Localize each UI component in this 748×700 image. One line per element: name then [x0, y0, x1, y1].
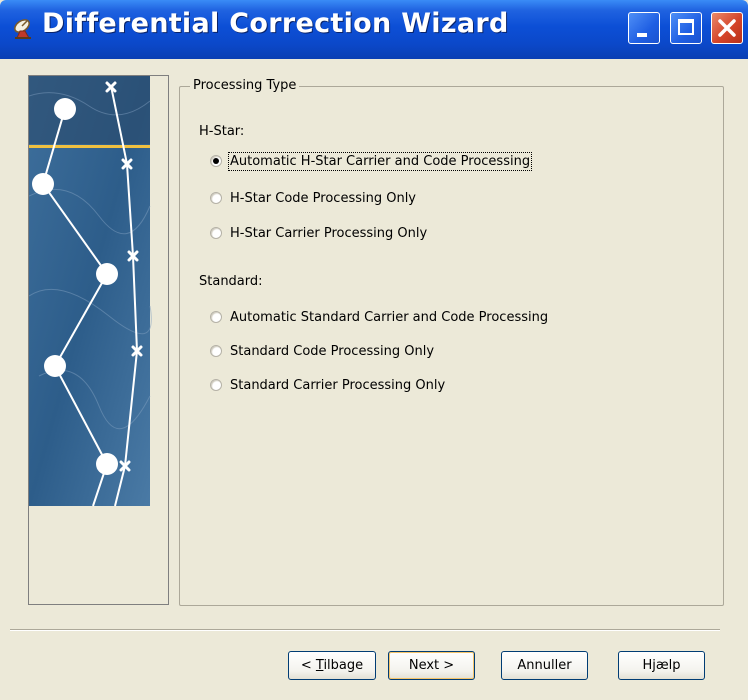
radio-option-hstar-auto[interactable]: Automatic H-Star Carrier and Code Proces…: [210, 151, 533, 171]
radio-option-standard-code[interactable]: Standard Code Processing Only: [210, 342, 434, 360]
title-bar[interactable]: Differential Correction Wizard: [0, 0, 748, 59]
close-button[interactable]: [711, 12, 743, 44]
footer-separator: [10, 629, 720, 631]
radio-label[interactable]: Standard Carrier Processing Only: [230, 378, 445, 393]
maximize-button[interactable]: [670, 12, 702, 44]
radio-option-hstar-code[interactable]: H-Star Code Processing Only: [210, 189, 416, 207]
help-button[interactable]: Hjælp: [618, 651, 705, 680]
radio-label[interactable]: H-Star Code Processing Only: [230, 191, 416, 206]
hstar-section-label: H-Star:: [199, 124, 245, 139]
radio-button[interactable]: [210, 379, 222, 391]
radio-button[interactable]: [210, 345, 222, 357]
radio-button[interactable]: [210, 155, 222, 167]
satellite-dish-icon[interactable]: [11, 15, 37, 41]
back-button-prefix: <: [300, 658, 316, 673]
radio-option-hstar-carrier[interactable]: H-Star Carrier Processing Only: [210, 224, 427, 242]
group-legend: Processing Type: [190, 78, 300, 93]
maximize-icon: [678, 19, 694, 35]
radio-button[interactable]: [210, 227, 222, 239]
radio-label[interactable]: Automatic Standard Carrier and Code Proc…: [230, 310, 548, 325]
next-button[interactable]: Next >: [388, 651, 475, 680]
radio-label[interactable]: H-Star Carrier Processing Only: [230, 226, 427, 241]
radio-label[interactable]: Standard Code Processing Only: [230, 344, 434, 359]
back-button[interactable]: < Tilbage: [288, 651, 376, 680]
minimize-button[interactable]: [628, 12, 660, 44]
wizard-window: Differential Correction Wizard Processin…: [0, 0, 748, 700]
radio-label[interactable]: Automatic H-Star Carrier and Code Proces…: [227, 151, 533, 171]
gps-track-illustration: [29, 76, 152, 507]
close-icon: [718, 19, 736, 37]
radio-option-standard-carrier[interactable]: Standard Carrier Processing Only: [210, 376, 445, 394]
minimize-icon: [637, 33, 647, 37]
standard-section-label: Standard:: [199, 274, 263, 289]
cancel-button[interactable]: Annuller: [501, 651, 588, 680]
window-title: Differential Correction Wizard: [42, 8, 509, 39]
wizard-side-image: [28, 75, 169, 605]
radio-button[interactable]: [210, 192, 222, 204]
back-button-rest: ilbage: [323, 658, 364, 673]
radio-option-standard-auto[interactable]: Automatic Standard Carrier and Code Proc…: [210, 308, 548, 326]
radio-button[interactable]: [210, 311, 222, 323]
